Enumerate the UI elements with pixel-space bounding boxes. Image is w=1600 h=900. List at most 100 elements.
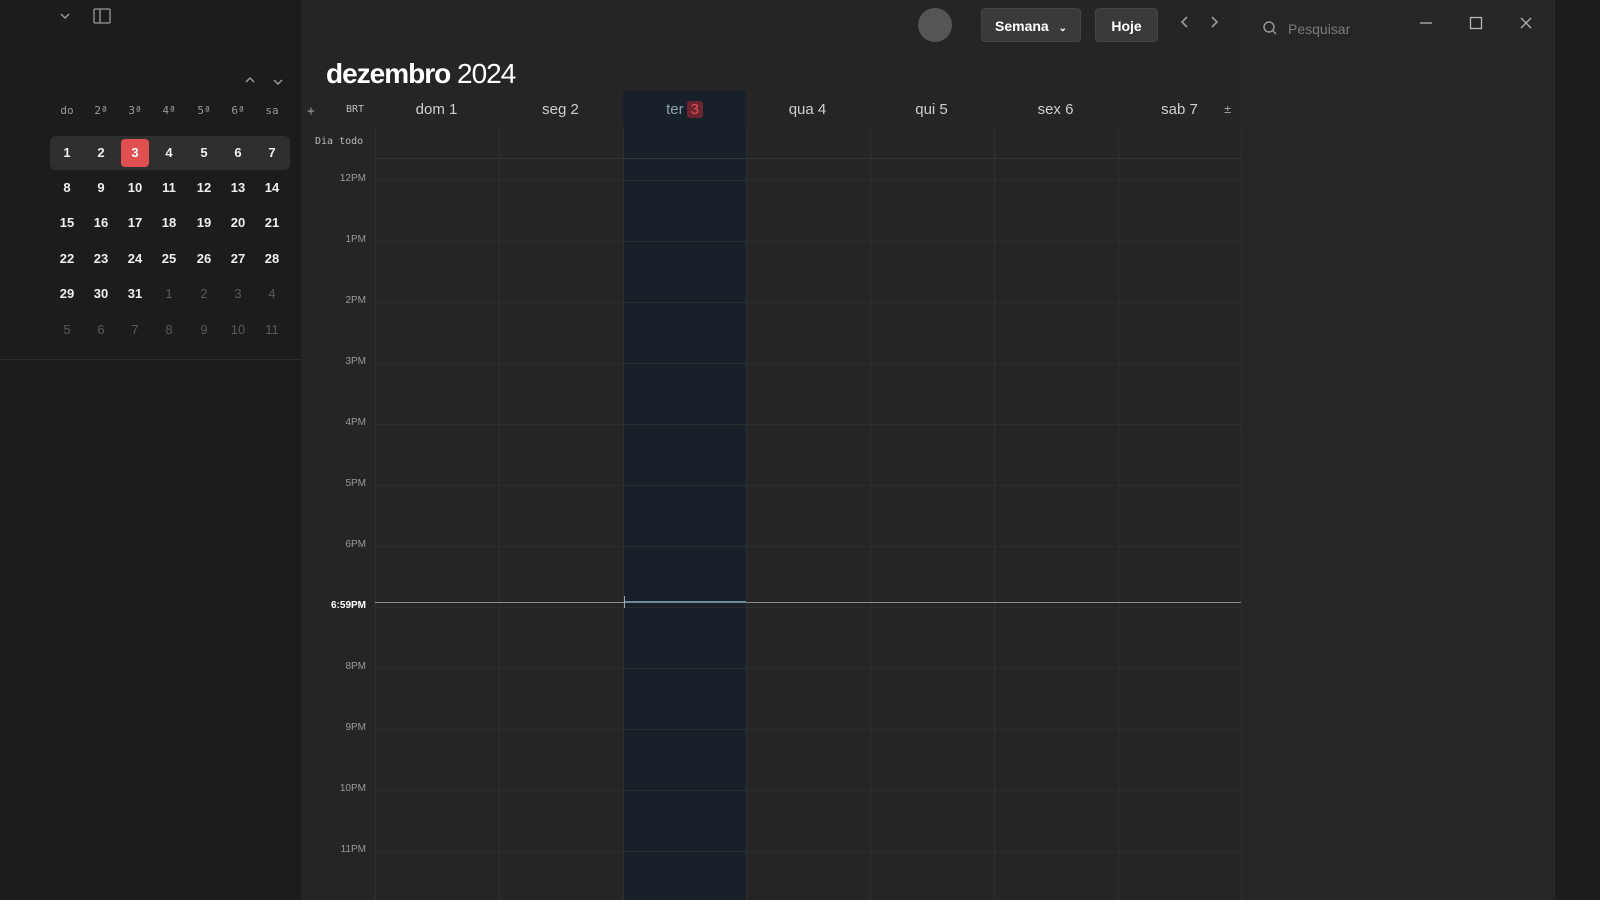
mini-day-today[interactable]: 3 xyxy=(121,139,149,167)
day-header[interactable]: qua 4 xyxy=(746,101,869,118)
hour-line xyxy=(375,302,1241,303)
mini-day[interactable]: 5 xyxy=(190,139,218,167)
mini-day[interactable]: 27 xyxy=(224,245,252,273)
day-header-today[interactable]: ter 3 xyxy=(623,101,746,118)
add-event-icon[interactable]: + xyxy=(307,104,315,119)
hour-label: 1PM xyxy=(345,234,366,245)
day-header[interactable]: sex 6 xyxy=(994,101,1117,118)
mini-day[interactable]: 22 xyxy=(53,245,81,273)
hour-line xyxy=(375,363,1241,364)
today-button[interactable]: Hoje xyxy=(1095,8,1158,42)
mini-day[interactable]: 5 xyxy=(53,316,81,344)
mini-day[interactable]: 8 xyxy=(53,174,81,202)
chevron-down-icon[interactable] xyxy=(58,9,72,26)
view-selector-label: Semana xyxy=(995,18,1049,34)
month-name: dezembro xyxy=(326,58,451,89)
mini-day[interactable]: 8 xyxy=(155,316,183,344)
weekday-head: 3ª xyxy=(128,104,142,117)
timezone-label: BRT xyxy=(346,104,365,115)
previous-week-icon[interactable] xyxy=(1179,14,1191,35)
mini-day[interactable]: 6 xyxy=(87,316,115,344)
day-header[interactable]: dom 1 xyxy=(375,101,498,118)
mini-day[interactable]: 2 xyxy=(87,139,115,167)
search-box[interactable] xyxy=(1260,17,1410,41)
day-header[interactable]: sab 7 xyxy=(1118,101,1241,118)
mini-day[interactable]: 4 xyxy=(155,139,183,167)
column-divider xyxy=(870,127,871,900)
mini-day[interactable]: 15 xyxy=(53,209,81,237)
mini-day[interactable]: 11 xyxy=(258,316,286,344)
window-edge xyxy=(1555,0,1600,900)
hour-line xyxy=(375,485,1241,486)
all-day-row[interactable] xyxy=(375,127,1241,159)
mini-day[interactable]: 13 xyxy=(224,174,252,202)
all-day-label: Dia todo xyxy=(315,136,364,147)
minimize-icon[interactable] xyxy=(1414,14,1438,38)
current-time-label: 6:59PM xyxy=(330,600,366,611)
mini-day[interactable]: 25 xyxy=(155,245,183,273)
mini-day[interactable]: 24 xyxy=(121,245,149,273)
hour-label: 12PM xyxy=(339,173,366,184)
mini-day[interactable]: 10 xyxy=(224,316,252,344)
hour-label: 8PM xyxy=(345,661,366,672)
mini-day[interactable]: 28 xyxy=(258,245,286,273)
avatar[interactable] xyxy=(918,8,952,42)
today-button-label: Hoje xyxy=(1111,18,1142,34)
column-divider xyxy=(994,127,995,900)
mini-day[interactable]: 19 xyxy=(190,209,218,237)
chevron-down-icon: ⌄ xyxy=(1058,23,1067,34)
current-time-line-today xyxy=(624,601,746,603)
weekday-head: 4ª xyxy=(162,104,176,117)
mini-day[interactable]: 26 xyxy=(190,245,218,273)
mini-day[interactable]: 1 xyxy=(155,280,183,308)
close-icon[interactable] xyxy=(1514,14,1538,38)
mini-day[interactable]: 17 xyxy=(121,209,149,237)
hour-line xyxy=(375,546,1241,547)
search-input[interactable] xyxy=(1286,17,1410,41)
maximize-icon[interactable] xyxy=(1464,14,1488,38)
hour-label: 10PM xyxy=(339,783,366,794)
weekday-head: 5ª xyxy=(197,104,211,117)
column-divider xyxy=(375,127,376,900)
mini-day[interactable]: 9 xyxy=(87,174,115,202)
hour-line xyxy=(375,241,1241,242)
mini-day[interactable]: 31 xyxy=(121,280,149,308)
mini-day[interactable]: 2 xyxy=(190,280,218,308)
hour-line xyxy=(375,851,1241,852)
weekday-head: do xyxy=(60,104,74,117)
mini-day[interactable]: 11 xyxy=(155,174,183,202)
mini-day[interactable]: 7 xyxy=(121,316,149,344)
chevron-down-icon[interactable] xyxy=(271,75,285,92)
view-selector-button[interactable]: Semana ⌄ xyxy=(981,8,1081,42)
next-week-icon[interactable] xyxy=(1208,14,1220,35)
mini-day[interactable]: 7 xyxy=(258,139,286,167)
mini-day[interactable]: 18 xyxy=(155,209,183,237)
mini-day[interactable]: 23 xyxy=(87,245,115,273)
mini-day[interactable]: 20 xyxy=(224,209,252,237)
mini-day[interactable]: 16 xyxy=(87,209,115,237)
current-time-line xyxy=(375,602,1241,603)
mini-day[interactable]: 10 xyxy=(121,174,149,202)
mini-day[interactable]: 12 xyxy=(190,174,218,202)
day-header[interactable]: qui 5 xyxy=(870,101,993,118)
mini-day[interactable]: 21 xyxy=(258,209,286,237)
year: 2024 xyxy=(457,58,516,89)
day-header[interactable]: seg 2 xyxy=(499,101,622,118)
mini-day[interactable]: 3 xyxy=(224,280,252,308)
chevron-up-icon[interactable] xyxy=(243,73,257,90)
search-icon xyxy=(1262,20,1278,41)
weekday-head: sa xyxy=(265,104,279,117)
hour-label: 4PM xyxy=(345,417,366,428)
hour-line xyxy=(375,424,1241,425)
sidebar-toggle-icon[interactable] xyxy=(93,8,111,27)
mini-day[interactable]: 14 xyxy=(258,174,286,202)
column-divider xyxy=(1118,127,1119,900)
mini-day[interactable]: 6 xyxy=(224,139,252,167)
mini-day[interactable]: 29 xyxy=(53,280,81,308)
mini-day[interactable]: 1 xyxy=(53,139,81,167)
mini-day[interactable]: 30 xyxy=(87,280,115,308)
mini-day[interactable]: 9 xyxy=(190,316,218,344)
hour-label: 2PM xyxy=(345,295,366,306)
today-column xyxy=(623,91,746,900)
mini-day[interactable]: 4 xyxy=(258,280,286,308)
